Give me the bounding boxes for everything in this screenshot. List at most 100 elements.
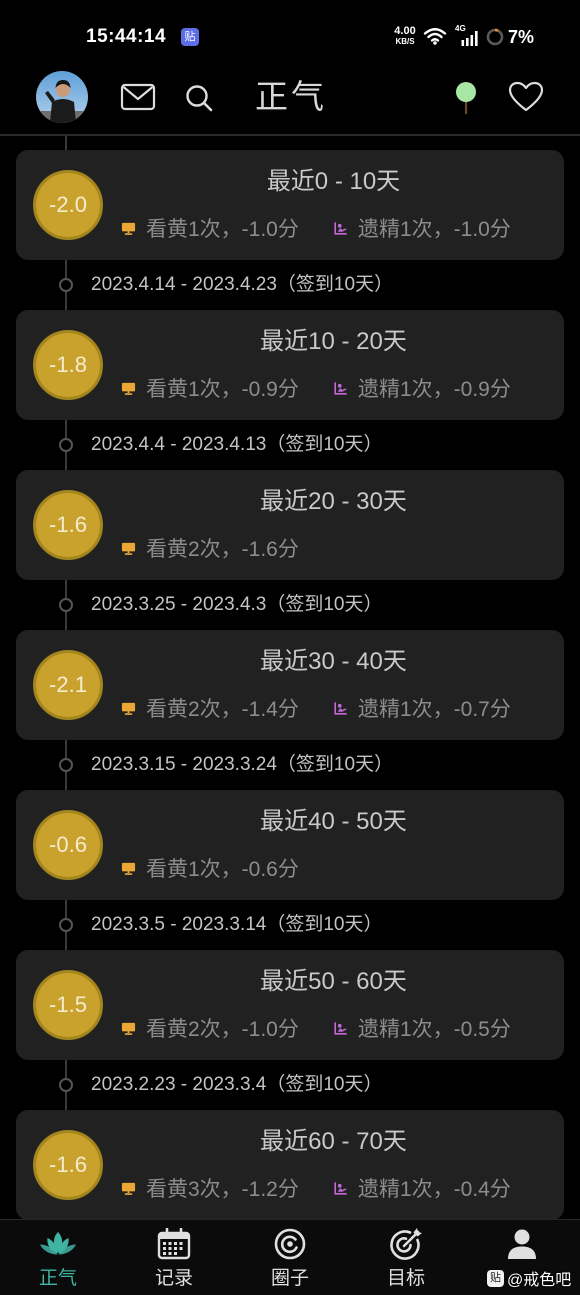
date-range-row: 2023.3.5 - 2023.3.14（签到10天） <box>0 900 580 950</box>
battery-ring-icon <box>486 28 504 46</box>
timeline-dot <box>59 918 73 932</box>
date-range-row: 2023.3.15 - 2023.3.24（签到10天） <box>0 740 580 790</box>
circle-icon <box>271 1227 309 1261</box>
watermark-text: @戒色吧 <box>507 1272 572 1289</box>
tree-icon[interactable] <box>454 81 478 115</box>
network-speed-unit: KB/S <box>395 37 415 46</box>
score-badge: -2.1 <box>33 650 103 720</box>
period-title: 最近30 - 40天 <box>260 648 407 675</box>
detail-item: 遗精1次，-0.9分 <box>333 373 511 403</box>
tieba-app-icon: 贴 <box>181 28 199 46</box>
search-icon[interactable] <box>184 83 214 113</box>
target-icon <box>387 1227 425 1261</box>
date-range: 2023.4.4 - 2023.4.13（签到10天） <box>91 434 383 455</box>
timeline-dot <box>59 438 73 452</box>
detail-item: 遗精1次，-1.0分 <box>333 213 511 243</box>
nav-label: 圈子 <box>270 1268 309 1289</box>
timeline-dot <box>59 598 73 612</box>
timeline-dot <box>59 1078 73 1092</box>
period-card[interactable]: -2.0 最近0 - 10天 看黄1次，-1.0分 遗精1次，-1.0分 <box>16 150 564 260</box>
lotus-icon <box>39 1227 77 1261</box>
network-speed: 4.00 KB/S <box>391 25 419 46</box>
period-card[interactable]: -1.6 最近60 - 70天 看黄3次，-1.2分 遗精1次，-0.4分 <box>16 1110 564 1220</box>
timeline-dot <box>59 758 73 772</box>
period-card[interactable]: -1.5 最近50 - 60天 看黄2次，-1.0分 遗精1次，-0.5分 <box>16 950 564 1060</box>
score-value: -2.1 <box>49 672 87 697</box>
mail-icon[interactable] <box>120 83 156 111</box>
bath-icon <box>333 701 348 716</box>
score-badge: -2.0 <box>33 170 103 240</box>
period-title: 最近0 - 10天 <box>266 168 401 195</box>
header-divider <box>0 134 580 136</box>
detail-text: 遗精1次，-0.4分 <box>358 1178 511 1201</box>
detail-item: 看黄1次，-1.0分 <box>121 213 299 243</box>
detail-item: 看黄2次，-1.6分 <box>121 533 299 563</box>
detail-item: 看黄2次，-1.0分 <box>121 1013 299 1043</box>
nav-item-circle[interactable]: 圈子 <box>232 1220 348 1295</box>
detail-text: 看黄1次，-0.9分 <box>146 378 299 401</box>
period-card[interactable]: -1.8 最近10 - 20天 看黄1次，-0.9分 遗精1次，-0.9分 <box>16 310 564 420</box>
clock: 15:44:14 <box>86 26 167 47</box>
detail-item: 遗精1次，-0.4分 <box>333 1173 511 1203</box>
detail-item: 看黄3次，-1.2分 <box>121 1173 299 1203</box>
detail-text: 遗精1次，-0.7分 <box>358 698 511 721</box>
score-value: -0.6 <box>49 832 87 857</box>
score-badge: -1.8 <box>33 330 103 400</box>
period-card[interactable]: -2.1 最近30 - 40天 看黄2次，-1.4分 遗精1次，-0.7分 <box>16 630 564 740</box>
date-range-row: 2023.3.25 - 2023.4.3（签到10天） <box>0 580 580 630</box>
detail-item: 看黄1次，-0.6分 <box>121 853 299 883</box>
detail-text: 看黄1次，-0.6分 <box>146 858 299 881</box>
detail-item: 遗精1次，-0.7分 <box>333 693 511 723</box>
detail-text: 看黄1次，-1.0分 <box>146 218 299 241</box>
profile-icon <box>503 1227 541 1261</box>
date-range: 2023.2.23 - 2023.3.4（签到10天） <box>91 1074 383 1095</box>
timeline-dot <box>59 278 73 292</box>
detail-text: 遗精1次，-0.9分 <box>358 378 511 401</box>
detail-text: 遗精1次，-0.5分 <box>358 1018 511 1041</box>
date-range-row: 2023.4.14 - 2023.4.23（签到10天） <box>0 260 580 310</box>
date-range-row: 2023.4.4 - 2023.4.13（签到10天） <box>0 420 580 470</box>
date-range: 2023.3.25 - 2023.4.3（签到10天） <box>91 594 383 615</box>
bath-icon <box>333 1021 348 1036</box>
watermark: 贴 @戒色吧 <box>487 1268 572 1289</box>
monitor-icon <box>121 541 136 556</box>
nav-label: 记录 <box>154 1268 193 1289</box>
score-value: -1.8 <box>49 352 87 377</box>
avatar[interactable] <box>36 71 88 123</box>
nav-label: 正气 <box>38 1268 77 1289</box>
date-range: 2023.3.5 - 2023.3.14（签到10天） <box>91 914 383 935</box>
monitor-icon <box>121 381 136 396</box>
score-value: -1.5 <box>49 992 87 1017</box>
detail-text: 看黄3次，-1.2分 <box>146 1178 299 1201</box>
bath-icon <box>333 1181 348 1196</box>
battery-percent: 7% <box>508 27 535 47</box>
monitor-icon <box>121 701 136 716</box>
nav-item-zhengqi[interactable]: 正气 <box>0 1220 116 1295</box>
period-title: 最近20 - 30天 <box>260 488 407 515</box>
score-badge: -0.6 <box>33 810 103 880</box>
monitor-icon <box>121 1021 136 1036</box>
nav-label: 目标 <box>386 1268 425 1289</box>
monitor-icon <box>121 861 136 876</box>
heart-icon[interactable] <box>508 81 544 113</box>
period-title: 最近50 - 60天 <box>260 968 407 995</box>
date-range-row: 2023.2.23 - 2023.3.4（签到10天） <box>0 1060 580 1110</box>
period-card[interactable]: -0.6 最近40 - 50天 看黄1次，-0.6分 <box>16 790 564 900</box>
detail-item: 看黄1次，-0.9分 <box>121 373 299 403</box>
period-card[interactable]: -1.6 最近20 - 30天 看黄2次，-1.6分 <box>16 470 564 580</box>
period-title: 最近60 - 70天 <box>260 1128 407 1155</box>
score-badge: -1.5 <box>33 970 103 1040</box>
detail-item: 看黄2次，-1.4分 <box>121 693 299 723</box>
detail-item: 遗精1次，-0.5分 <box>333 1013 511 1043</box>
nav-item-goals[interactable]: 目标 <box>348 1220 464 1295</box>
monitor-icon <box>121 1181 136 1196</box>
date-range: 2023.3.15 - 2023.3.24（签到10天） <box>91 754 394 775</box>
detail-text: 看黄2次，-1.4分 <box>146 698 299 721</box>
score-badge: -1.6 <box>33 1130 103 1200</box>
nav-item-records[interactable]: 记录 <box>116 1220 232 1295</box>
detail-text: 看黄2次，-1.0分 <box>146 1018 299 1041</box>
detail-text: 看黄2次，-1.6分 <box>146 538 299 561</box>
calendar-icon <box>155 1227 193 1261</box>
detail-text: 遗精1次，-1.0分 <box>358 218 511 241</box>
bath-icon <box>333 381 348 396</box>
